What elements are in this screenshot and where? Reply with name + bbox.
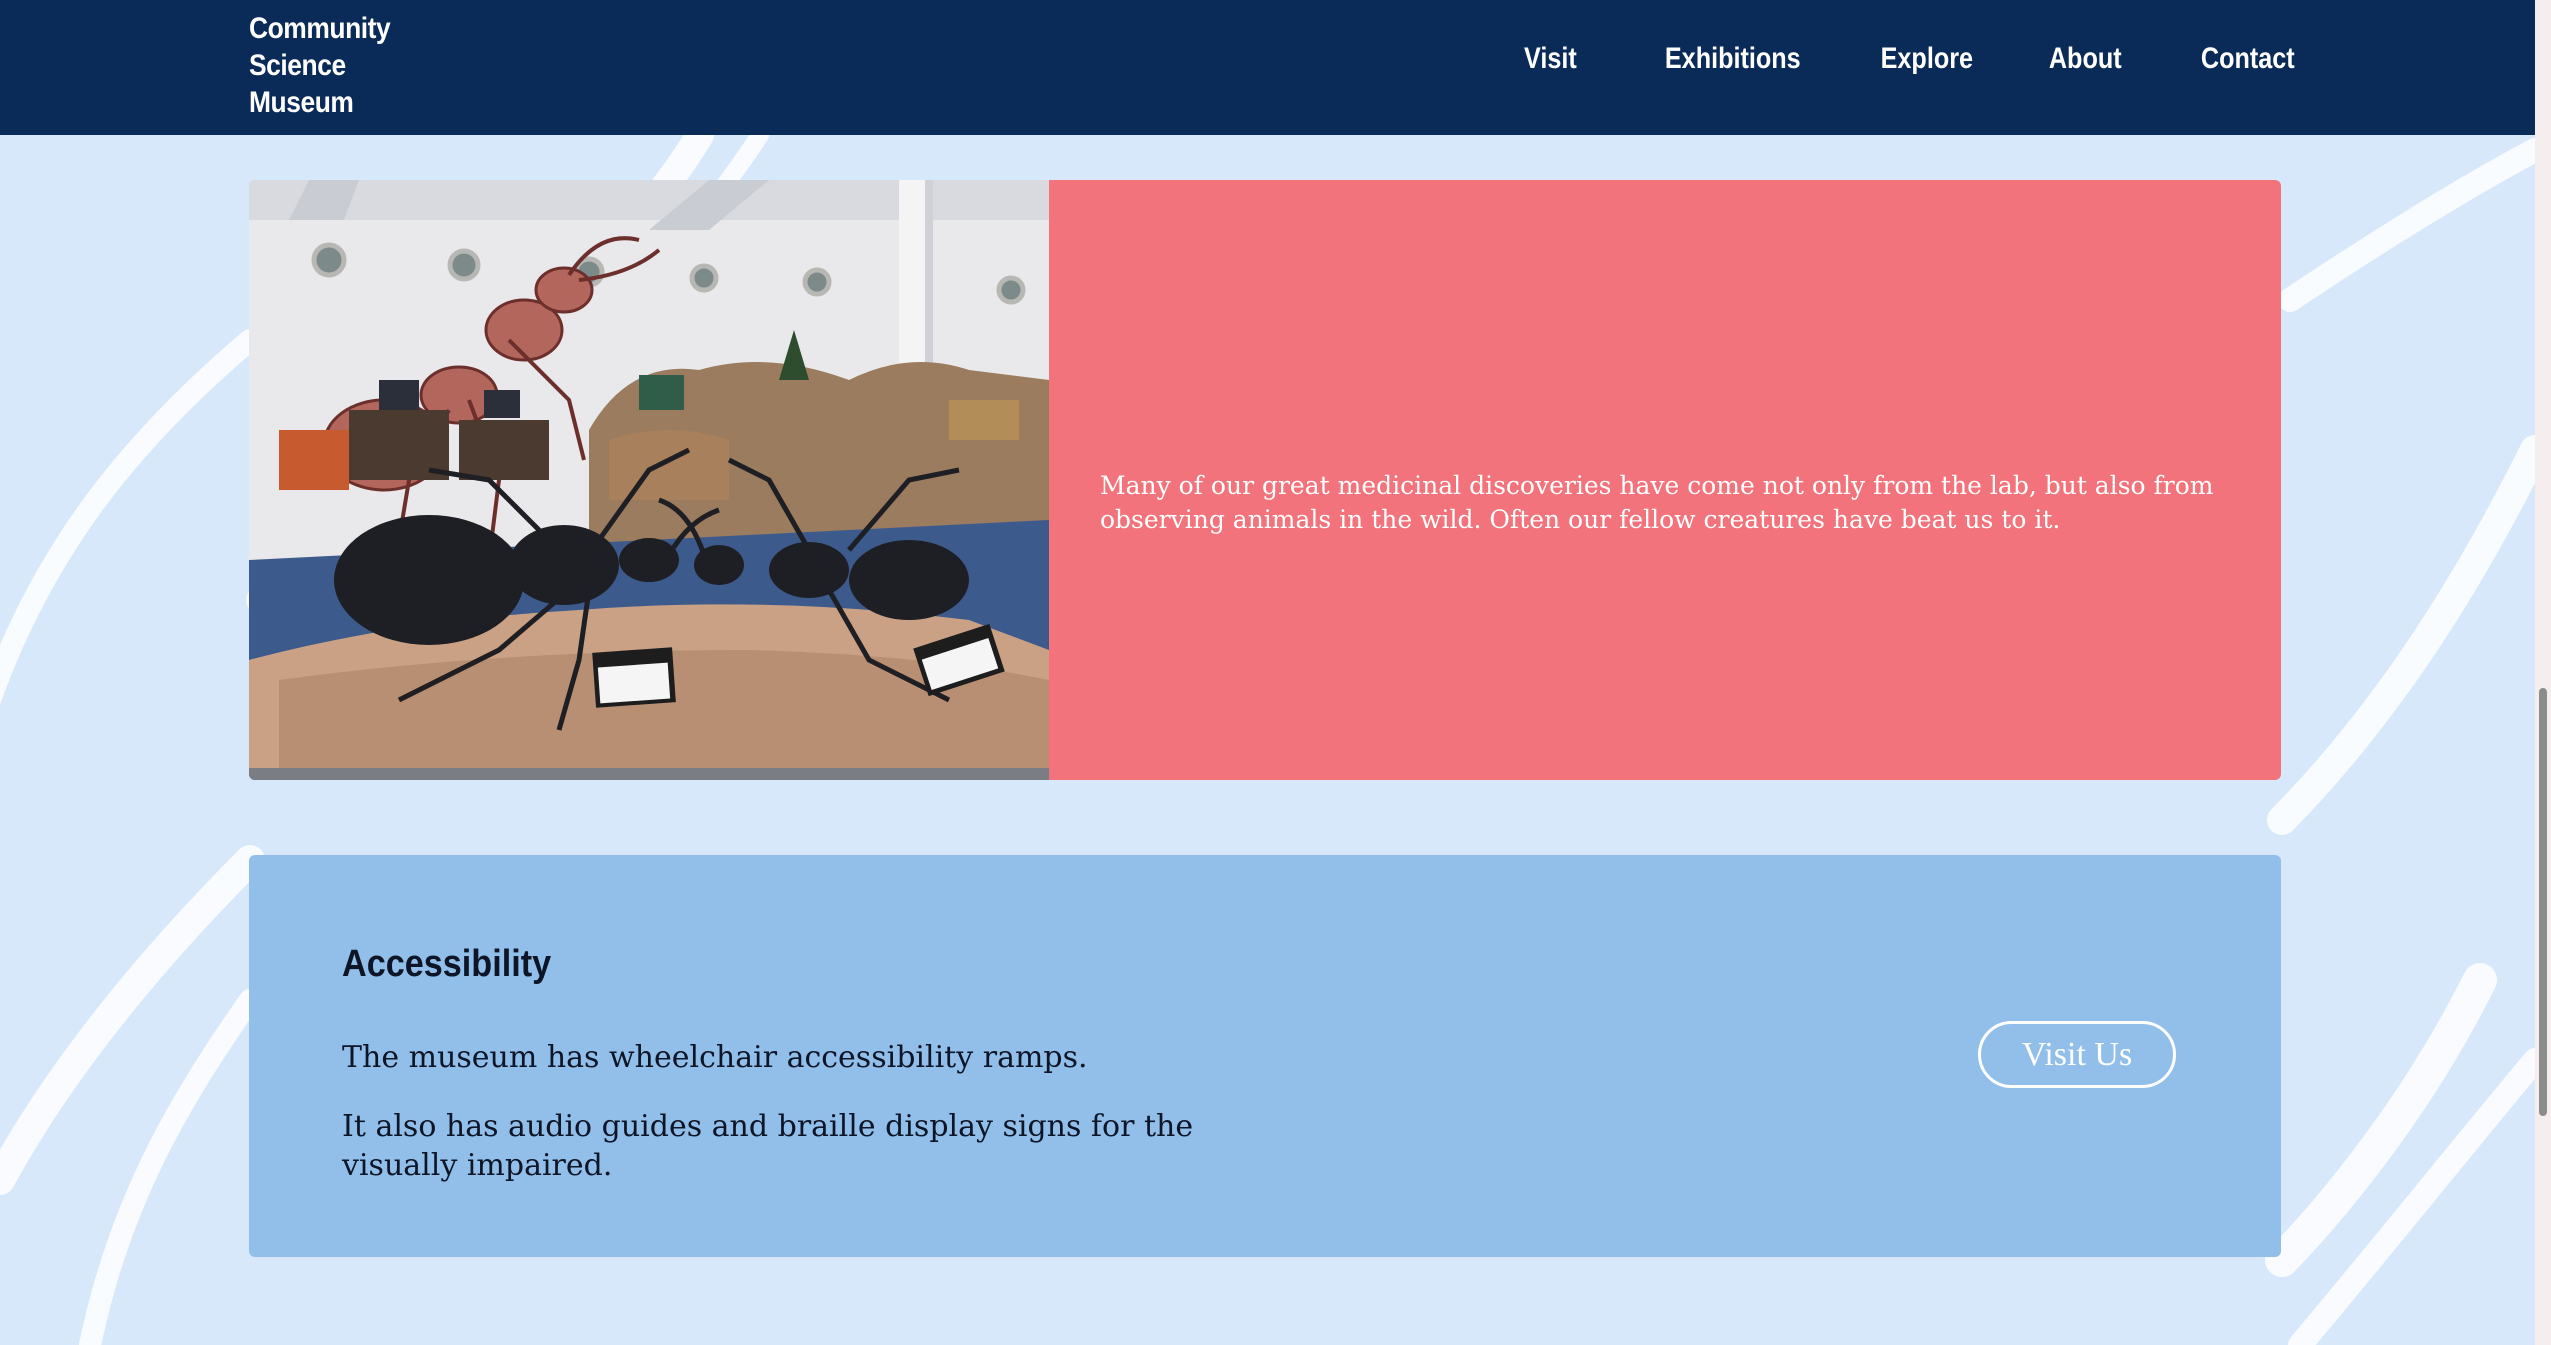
nav-link-exhibitions[interactable]: Exhibitions: [1665, 42, 1801, 76]
nav-link-contact[interactable]: Contact: [2201, 42, 2295, 76]
visit-us-button[interactable]: Visit Us: [1978, 1021, 2176, 1088]
accessibility-card: Accessibility The museum has wheelchair …: [249, 855, 2281, 1257]
main-nav: Visit Exhibitions Explore About Contact: [1452, 42, 2295, 76]
logo-line-2: Science: [249, 49, 346, 82]
scrollbar-track[interactable]: [2535, 0, 2551, 1345]
nav-link-visit[interactable]: Visit: [1524, 42, 1577, 76]
accessibility-title: Accessibility: [342, 943, 552, 985]
logo-line-1: Community: [249, 12, 391, 45]
site-header: Community Science Museum Visit Exhibitio…: [0, 0, 2535, 135]
accessibility-paragraph-guides: It also has audio guides and braille dis…: [342, 1109, 1194, 1183]
accessibility-paragraph-ramps: The museum has wheelchair accessibility …: [342, 1040, 1088, 1075]
ant-exhibit-photo: [249, 180, 1049, 780]
nav-link-explore[interactable]: Explore: [1880, 42, 1972, 76]
feature-card: Many of our great medicinal discoveries …: [249, 180, 2281, 780]
logo-line-3: Museum: [249, 86, 354, 119]
feature-description: Many of our great medicinal discoveries …: [1100, 471, 2214, 534]
scrollbar-thumb[interactable]: [2539, 688, 2547, 1116]
nav-link-about[interactable]: About: [2049, 42, 2122, 76]
site-logo[interactable]: Community Science Museum: [249, 10, 391, 121]
ant-exhibit-illustration: [249, 180, 1049, 780]
